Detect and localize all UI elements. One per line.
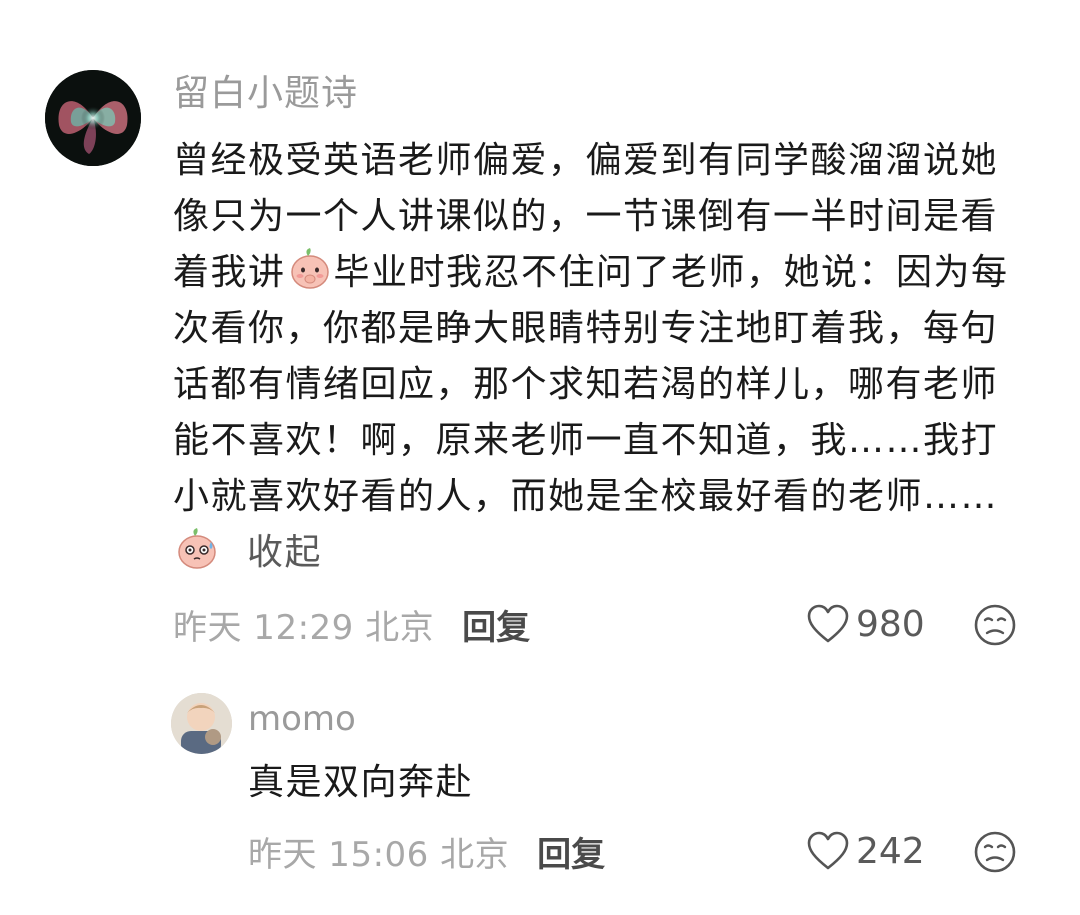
comment-text-part2: 毕业时我忍不住问了老师，她说：因为每次看你，你都是睁大眼睛特别专注地盯着我，每句… <box>173 252 1009 517</box>
like-button[interactable]: 242 <box>806 825 925 877</box>
unhappy-face-icon[interactable] <box>973 830 1017 874</box>
sweat-peach-emoji-icon <box>175 526 219 570</box>
collapse-link[interactable]: 收起 <box>247 532 322 573</box>
username[interactable]: momo <box>248 695 356 743</box>
comment-thread: 留白小题诗 曾经极受英语老师偏爱，偏爱到有同学酸溜溜说她像只为一个人讲课似的，一… <box>0 0 1080 915</box>
username[interactable]: 留白小题诗 <box>173 68 358 120</box>
like-count: 980 <box>856 603 925 645</box>
comment-meta: 昨天 15:06 北京 回复 <box>248 825 605 877</box>
comment-time: 昨天 15:06 北京 <box>248 834 510 875</box>
avatar[interactable] <box>171 693 232 754</box>
reply-button[interactable]: 回复 <box>462 600 530 649</box>
like-button[interactable]: 980 <box>806 598 925 650</box>
comment-meta: 昨天 12:29 北京 回复 <box>173 598 530 650</box>
unhappy-face-icon[interactable] <box>973 603 1017 647</box>
heart-outline-icon <box>807 604 849 643</box>
comment-time: 昨天 12:29 北京 <box>173 607 435 648</box>
comment-text: 真是双向奔赴 <box>248 762 474 803</box>
heart-outline-icon <box>807 831 849 870</box>
avatar[interactable] <box>45 70 141 166</box>
reply-button[interactable]: 回复 <box>537 827 605 876</box>
shy-peach-emoji-icon <box>288 246 332 290</box>
like-count: 242 <box>856 830 925 872</box>
comment-text: 曾经极受英语老师偏爱，偏爱到有同学酸溜溜说她像只为一个人讲课似的，一节课倒有一半… <box>173 133 1023 581</box>
